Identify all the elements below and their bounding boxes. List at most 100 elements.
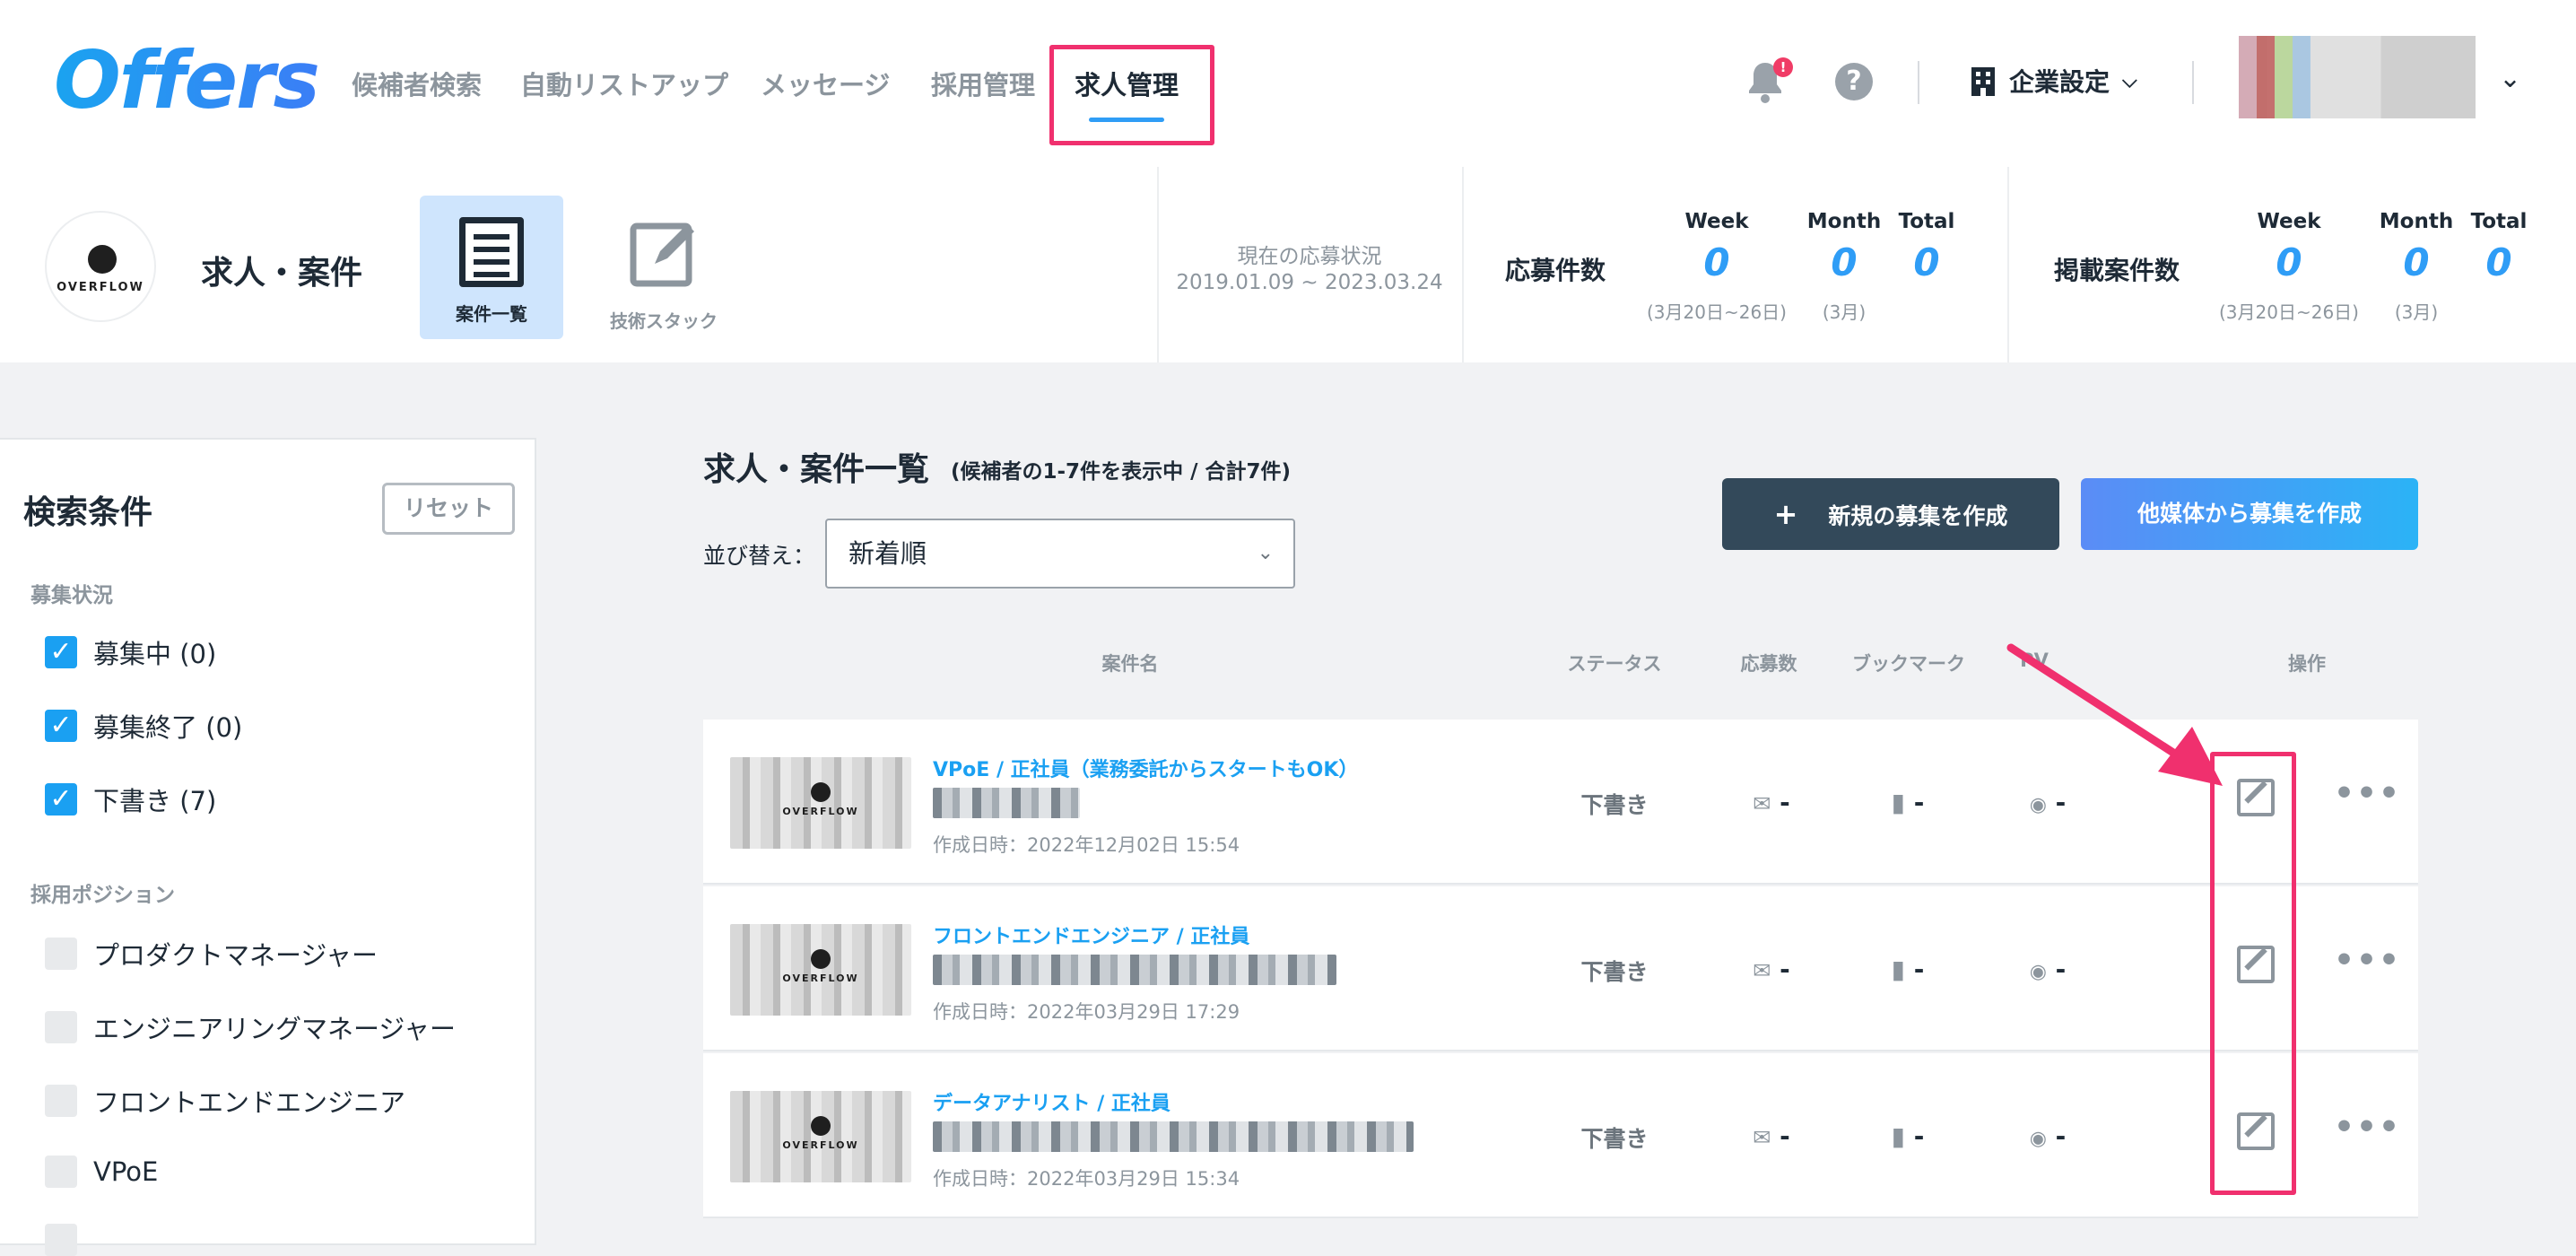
highlight-box-nav <box>1049 45 1214 145</box>
bookmarks-value: - <box>1913 1121 1925 1151</box>
user-avatar-blurred[interactable] <box>2239 36 2476 118</box>
table-row[interactable]: OVERFLOW VPoE / 正社員（業務委託からスタートもOK） 作成日時：… <box>703 720 2418 885</box>
column-header-actions: 操作 <box>2288 653 2326 675</box>
applications-week-note: (3月20日~26日) <box>1647 301 1787 323</box>
listings-total-header: Total <box>2470 210 2528 233</box>
job-title-link[interactable]: VPoE / 正社員（業務委託からスタートもOK） <box>933 754 1358 782</box>
status-filter-draft[interactable]: ✓ 下書き (7) <box>45 781 216 818</box>
create-new-posting-button[interactable]: + 新規の募集を作成 <box>1722 478 2059 550</box>
bookmarks-cell: ▮ - <box>1876 788 1939 817</box>
applications-cell: ✉ - <box>1740 1121 1803 1151</box>
applications-month-note: (3月) <box>1822 301 1867 323</box>
job-title-link[interactable]: データアナリスト / 正社員 <box>933 1087 1171 1116</box>
applications-value: - <box>1780 788 1790 817</box>
nav-recruitment[interactable]: 採用管理 <box>931 65 1035 102</box>
list-title: 求人・案件一覧 <box>703 451 930 488</box>
offers-logo[interactable]: Offers <box>54 34 320 126</box>
sort-select[interactable]: 新着順 ⌄ <box>825 519 1295 589</box>
applications-total-value: 0 <box>1913 240 1940 284</box>
nav-messages[interactable]: メッセージ <box>761 65 890 102</box>
bookmarks-cell: ▮ - <box>1876 1121 1939 1151</box>
checkbox-unchecked[interactable] <box>45 1224 77 1256</box>
chevron-down-icon[interactable]: ⌄ <box>2499 63 2521 94</box>
applications-week-header: Week <box>1684 210 1749 233</box>
applications-week-value: 0 <box>1703 240 1730 284</box>
listings-month-header: Month <box>2379 210 2454 233</box>
bookmark-icon: ▮ <box>1891 788 1906 817</box>
checkbox-checked[interactable]: ✓ <box>45 783 77 816</box>
company-logo: OVERFLOW <box>45 211 156 322</box>
import-posting-button[interactable]: 他媒体から募集を作成 <box>2081 478 2418 550</box>
pv-cell: ◉ - <box>2016 955 2079 984</box>
column-header-status: ステータス <box>1567 653 1662 675</box>
company-logo-text: OVERFLOW <box>57 281 144 294</box>
status-filter-closed[interactable]: ✓ 募集終了 (0) <box>45 707 242 745</box>
checkbox-unchecked[interactable] <box>45 1085 77 1117</box>
position-filter-em[interactable]: エンジニアリングマネージャー <box>45 1008 456 1046</box>
table-row[interactable]: OVERFLOW データアナリスト / 正社員 作成日時：2022年03月29日… <box>703 1053 2418 1218</box>
list-subtitle: (候補者の1-7件を表示中 / 合計7件) <box>951 460 1291 484</box>
position-filter-partial[interactable] <box>45 1224 77 1256</box>
tile-tech-stack-label: 技術スタック <box>610 310 718 332</box>
nav-divider <box>2192 61 2194 104</box>
thumbnail-logo-text: OVERFLOW <box>782 806 859 817</box>
section-title: 求人・案件 <box>201 255 363 292</box>
eye-icon: ◉ <box>2029 1128 2047 1150</box>
applications-cell: ✉ - <box>1740 788 1803 817</box>
company-settings-label: 企業設定 <box>2009 67 2110 97</box>
position-filter-frontend[interactable]: フロントエンドエンジニア <box>45 1082 405 1120</box>
blurred-description <box>933 955 1336 985</box>
position-filter-pm[interactable]: プロダクトマネージャー <box>45 935 378 973</box>
sidebar-title: 検索条件 <box>23 494 153 531</box>
more-options-icon[interactable]: ••• <box>2334 942 2401 979</box>
applications-month-value: 0 <box>1831 240 1858 284</box>
position-filter-label: エンジニアリングマネージャー <box>93 1014 456 1044</box>
tile-job-list[interactable]: 案件一覧 <box>420 196 563 339</box>
tile-job-list-label: 案件一覧 <box>456 303 527 325</box>
listings-week-note: (3月20日~26日) <box>2219 301 2359 323</box>
position-filter-vpoe[interactable]: VPoE <box>45 1156 158 1188</box>
job-title-link[interactable]: フロントエンドエンジニア / 正社員 <box>933 920 1249 949</box>
status-section-heading: 募集状況 <box>30 584 113 607</box>
create-new-posting-label: 新規の募集を作成 <box>1828 503 2008 529</box>
column-header-pv: PV <box>2020 650 2049 671</box>
company-settings-menu[interactable]: 企業設定 ⌵ <box>1970 63 2137 99</box>
position-filter-label: フロントエンドエンジニア <box>93 1087 406 1118</box>
pv-value: - <box>2055 788 2067 817</box>
listings-week-header: Week <box>2257 210 2321 233</box>
status-filter-open[interactable]: ✓ 募集中 (0) <box>45 633 216 671</box>
applications-label: 応募件数 <box>1505 256 1606 285</box>
checkbox-checked[interactable]: ✓ <box>45 710 77 742</box>
checkbox-unchecked[interactable] <box>45 1156 77 1188</box>
building-icon <box>1971 67 1995 96</box>
more-options-icon[interactable]: ••• <box>2334 775 2401 812</box>
status-cell: 下書き <box>1580 1126 1649 1152</box>
nav-candidate-search[interactable]: 候補者検索 <box>352 65 482 102</box>
bookmarks-value: - <box>1913 788 1925 817</box>
overflow-mark-icon <box>811 1116 831 1136</box>
checkbox-unchecked[interactable] <box>45 1011 77 1043</box>
table-row[interactable]: OVERFLOW フロントエンドエンジニア / 正社員 作成日時：2022年03… <box>703 886 2418 1051</box>
column-header-applications: 応募数 <box>1740 653 1797 675</box>
stat-divider <box>2007 167 2009 362</box>
stat-divider <box>1157 167 1159 362</box>
created-date: 作成日時：2022年12月02日 15:54 <box>933 834 1240 856</box>
overflow-mark-icon <box>811 949 831 969</box>
current-status-range: 2019.01.09 ~ 2023.03.24 <box>1176 271 1443 294</box>
status-cell: 下書き <box>1580 792 1649 818</box>
thumbnail-logo-text: OVERFLOW <box>782 1139 859 1151</box>
reset-button[interactable]: リセット <box>382 483 515 535</box>
nav-auto-listup[interactable]: 自動リストアップ <box>520 65 728 102</box>
checkbox-unchecked[interactable] <box>45 938 77 970</box>
help-icon[interactable]: ? <box>1835 63 1873 100</box>
tile-tech-stack[interactable]: 技術スタック <box>592 196 735 339</box>
column-header-bookmarks: ブックマーク <box>1852 653 1965 675</box>
sort-select-value: 新着順 <box>849 538 927 569</box>
top-navigation: Offers 候補者検索 自動リストアップ メッセージ 採用管理 求人管理 ! … <box>0 0 2576 167</box>
status-filter-label: 募集終了 (0) <box>93 712 243 743</box>
position-filter-label: VPoE <box>93 1156 159 1187</box>
mail-icon: ✉ <box>1753 1125 1771 1150</box>
checkbox-checked[interactable]: ✓ <box>45 636 77 668</box>
listings-label: 掲載案件数 <box>2054 256 2180 285</box>
more-options-icon[interactable]: ••• <box>2334 1109 2401 1146</box>
